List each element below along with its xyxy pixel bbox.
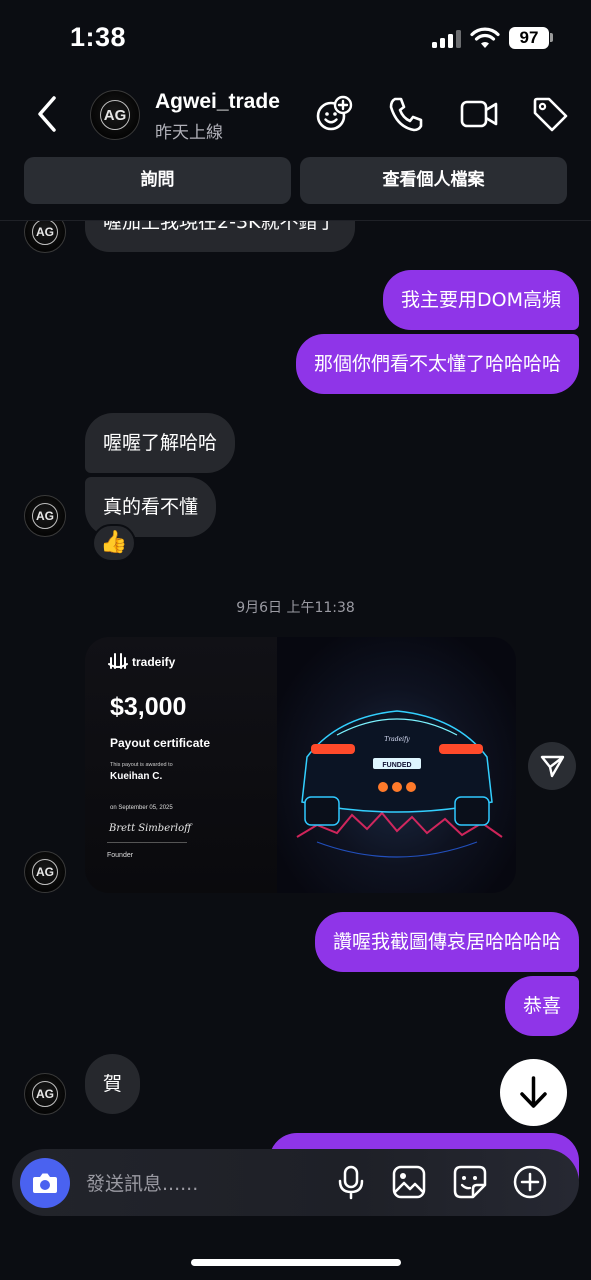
contact-name[interactable]: Agwei_trade bbox=[155, 90, 280, 114]
contact-status: 昨天上線 bbox=[155, 123, 223, 143]
message-bubble-incoming[interactable]: 喔加上我現在2-3K就不錯了 bbox=[85, 221, 355, 252]
camera-button[interactable] bbox=[20, 1158, 70, 1208]
brand-name: tradeify bbox=[132, 655, 176, 669]
message-bubble-incoming[interactable]: 喔喔了解哈哈 bbox=[85, 413, 236, 473]
certificate-text-panel: tradeify $3,000 Payout certificate This … bbox=[85, 637, 277, 893]
message-bubble-incoming[interactable]: 賀 bbox=[85, 1054, 141, 1114]
payout-certificate-image[interactable]: tradeify $3,000 Payout certificate This … bbox=[85, 637, 516, 893]
tag-icon[interactable] bbox=[530, 94, 570, 134]
signer-title: Founder bbox=[107, 852, 134, 859]
gallery-icon[interactable] bbox=[390, 1163, 428, 1201]
status-time: 1:38 bbox=[70, 22, 127, 52]
profile-actions: 詢問 查看個人檔案 bbox=[0, 157, 591, 205]
founder-signature: Brett Simberloff bbox=[109, 823, 192, 834]
certificate-title: Payout certificate bbox=[110, 736, 211, 750]
signature-line bbox=[107, 842, 187, 843]
message-bubble-outgoing[interactable]: 恭喜 bbox=[504, 976, 579, 1036]
avatar-logo-text: AG bbox=[103, 107, 127, 124]
awarded-label: This payout is awarded to bbox=[110, 762, 173, 768]
sender-avatar[interactable]: AG bbox=[24, 1073, 66, 1115]
microphone-icon[interactable] bbox=[332, 1163, 370, 1201]
status-bar: 1:38 97 bbox=[0, 0, 591, 80]
video-camera-icon[interactable] bbox=[459, 94, 499, 134]
wifi-icon bbox=[470, 27, 500, 48]
add-reaction-icon[interactable] bbox=[314, 94, 354, 134]
scroll-to-bottom-button[interactable] bbox=[500, 1059, 567, 1126]
sender-avatar[interactable]: AG bbox=[24, 495, 66, 537]
message-bubble-outgoing[interactable]: 那個你們看不太懂了哈哈哈哈 bbox=[295, 334, 579, 394]
awardee-name: Kueihan C. bbox=[110, 771, 163, 782]
chat-header: AG Agwei_trade 昨天上線 bbox=[0, 80, 591, 150]
neon-car-illustration: FUNDED Tradeify bbox=[296, 710, 503, 858]
back-button[interactable] bbox=[28, 92, 68, 136]
certificate-date: on September 05, 2025 bbox=[110, 805, 173, 811]
cellular-signal-icon bbox=[432, 30, 462, 48]
view-profile-button[interactable]: 查看個人檔案 bbox=[300, 157, 567, 204]
inquire-button[interactable]: 詢問 bbox=[24, 157, 291, 204]
reaction-badge[interactable]: 👍 bbox=[92, 524, 136, 562]
sender-avatar[interactable]: AG bbox=[24, 851, 66, 893]
car-plate-text: FUNDED bbox=[382, 762, 411, 769]
phone-icon[interactable] bbox=[386, 94, 426, 134]
message-bubble-outgoing[interactable]: 我主要用DOM高頻 bbox=[383, 270, 579, 330]
sports-car-artwork: FUNDED Tradeify bbox=[277, 637, 516, 893]
battery-tip bbox=[550, 33, 553, 42]
sender-avatar[interactable]: AG bbox=[24, 221, 66, 253]
add-icon[interactable] bbox=[511, 1163, 549, 1201]
message-list[interactable]: AG 喔加上我現在2-3K就不錯了 我主要用DOM高頻 那個你們看不太懂了哈哈哈… bbox=[0, 221, 591, 1280]
message-input[interactable]: 發送訊息...... bbox=[86, 1169, 198, 1196]
home-indicator bbox=[191, 1259, 401, 1266]
contact-avatar[interactable]: AG bbox=[90, 90, 140, 140]
message-composer: 發送訊息...... bbox=[12, 1149, 579, 1216]
message-timestamp: 9月6日 上午11:38 bbox=[236, 600, 355, 616]
tradeify-logo-icon bbox=[108, 653, 128, 669]
share-button[interactable] bbox=[528, 742, 576, 790]
battery-level: 97 bbox=[509, 27, 549, 49]
sticker-icon[interactable] bbox=[451, 1163, 489, 1201]
payout-amount: $3,000 bbox=[110, 693, 187, 721]
message-bubble-outgoing[interactable]: 讚喔我截圖傳哀居哈哈哈哈 bbox=[314, 912, 579, 972]
car-brand-text: Tradeify bbox=[384, 736, 410, 743]
